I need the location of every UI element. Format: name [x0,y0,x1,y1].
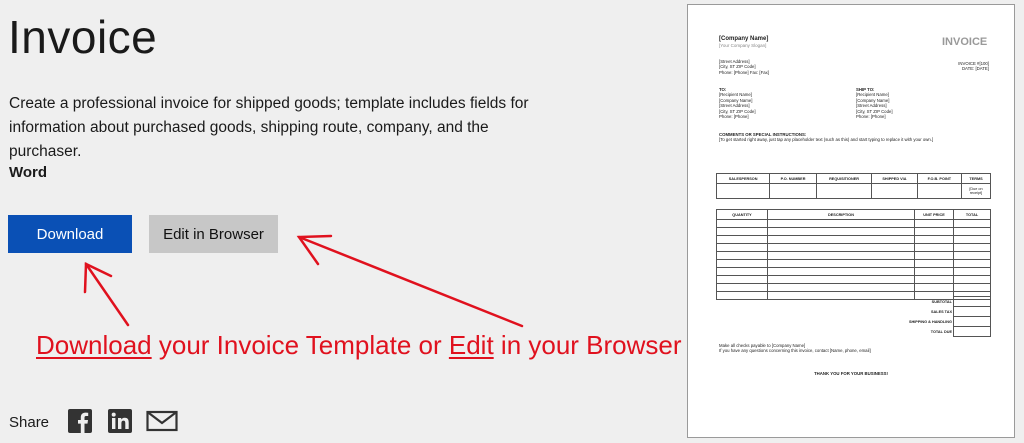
preview-comments: COMMENTS OR SPECIAL INSTRUCTIONS: [To ge… [719,132,934,143]
app-name: Word [9,164,48,181]
preview-ship-to: SHIP TO: [Recipient Name] [Company Name]… [856,87,893,120]
arrow-to-download [84,262,130,327]
arrowhead-edit [296,234,333,266]
preview-company: [Company Name] [719,36,769,42]
preview-slogan: [Your Company Slogan] [719,43,767,48]
preview-heading: INVOICE [942,36,988,48]
annotation-download-word: Download [36,330,152,360]
facebook-icon[interactable] [68,409,92,433]
annotation-text: Download your Invoice Template or Edit i… [36,330,682,361]
preview-footer: Make all checks payable to [Company Name… [719,343,871,354]
invoice-preview: [Company Name] [Your Company Slogan] INV… [687,4,1015,438]
annotation-end: in your Browser [493,330,682,360]
mail-icon[interactable] [146,409,178,433]
preview-address: [Street Address] [City, ST ZIP Code] Pho… [719,59,769,75]
preview-totals-table: SUBTOTAL SALES TAX SHIPPING & HANDLING T… [871,296,991,337]
linkedin-icon[interactable] [108,409,132,433]
download-button[interactable]: Download [8,215,132,253]
arrowhead-download [83,262,113,294]
preview-to: TO: [Recipient Name] [Company Name] [Str… [719,87,756,120]
preview-thanks: THANK YOU FOR YOUR BUSINESS! [814,371,888,376]
arrow-to-edit [297,235,524,328]
preview-order-table: SALESPERSON P.O. NUMBER REQUISITIONER SHIP… [715,173,991,199]
annotation-middle: your Invoice Template or [151,330,449,360]
preview-items-table: QUANTITY DESCRIPTION UNIT PRICE TOTAL [716,209,991,300]
page-title: Invoice [8,11,158,63]
annotation-edit-word: Edit [448,330,494,360]
share-label: Share [9,414,50,431]
template-description: Create a professional invoice for shippe… [9,95,529,160]
preview-invoice-meta: INVOICE #[100] DATE: [DATE] [958,61,989,72]
edit-in-browser-button[interactable]: Edit in Browser [149,215,278,253]
